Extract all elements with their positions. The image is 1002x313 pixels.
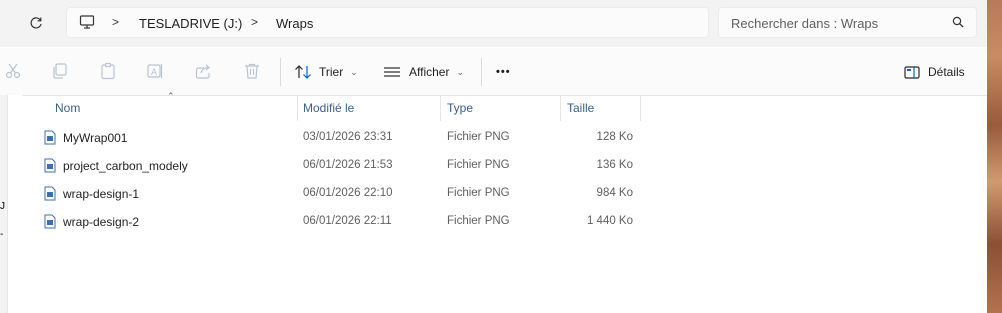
column-divider[interactable] — [560, 95, 561, 121]
share-icon[interactable] — [194, 62, 212, 80]
toolbar-divider — [481, 58, 482, 86]
command-bar: A Trier ⌄ Afficher ⌄ ••• Détails — [0, 48, 987, 96]
file-explorer-window: > TESLADRIVE (J:) > Wraps Rechercher dan… — [0, 0, 987, 313]
file-size: 136 Ko — [596, 159, 633, 171]
file-type: Fichier PNG — [447, 159, 510, 171]
breadcrumb-separator[interactable]: > — [251, 15, 258, 29]
delete-icon[interactable] — [243, 62, 261, 80]
more-options-button[interactable]: ••• — [496, 60, 511, 84]
paste-icon[interactable] — [99, 62, 117, 80]
file-modified: 06/01/2026 22:11 — [303, 215, 392, 227]
view-icon — [384, 67, 400, 77]
sort-button[interactable]: Trier ⌄ — [294, 60, 358, 84]
file-row[interactable]: wrap-design-1 06/01/2026 22:10 Fichier P… — [37, 180, 641, 208]
cut-icon[interactable] — [4, 62, 22, 80]
refresh-button[interactable] — [25, 12, 47, 34]
file-modified: 03/01/2026 23:31 — [303, 131, 393, 143]
file-modified: 06/01/2026 21:53 — [303, 159, 393, 171]
nav-pane-fragment: - — [0, 229, 4, 240]
file-size: 984 Ko — [596, 187, 633, 199]
png-file-icon — [44, 214, 56, 232]
search-icon[interactable] — [952, 16, 964, 31]
breadcrumb-separator[interactable]: > — [112, 15, 119, 29]
file-size: 128 Ko — [596, 131, 633, 143]
column-divider[interactable] — [640, 95, 641, 121]
breadcrumb-folder[interactable]: Wraps — [276, 16, 313, 31]
breadcrumb-drive[interactable]: TESLADRIVE (J:) — [139, 16, 242, 31]
file-type: Fichier PNG — [447, 215, 510, 227]
details-pane-button[interactable]: Détails — [904, 60, 965, 84]
view-label: Afficher — [409, 65, 450, 79]
details-label: Détails — [928, 65, 965, 79]
search-input[interactable] — [731, 14, 941, 32]
chevron-down-icon: ⌄ — [350, 66, 358, 77]
column-header-size[interactable]: Taille — [567, 95, 594, 121]
file-type: Fichier PNG — [447, 187, 510, 199]
sort-caret-icon: ⌃ — [167, 91, 175, 101]
column-header-type[interactable]: Type — [447, 95, 473, 121]
png-file-icon — [44, 130, 56, 148]
file-size: 1 440 Ko — [586, 215, 633, 227]
file-type: Fichier PNG — [447, 131, 510, 143]
column-divider[interactable] — [297, 95, 298, 121]
file-name: MyWrap001 — [63, 131, 128, 145]
file-name: wrap-design-2 — [63, 215, 140, 229]
column-header-modified[interactable]: Modifié le — [303, 95, 354, 121]
view-button[interactable]: Afficher ⌄ — [383, 60, 464, 84]
toolbar-divider — [280, 58, 281, 86]
this-pc-icon[interactable] — [79, 14, 95, 33]
more-icon: ••• — [496, 66, 511, 78]
refresh-icon — [30, 17, 42, 29]
file-name: wrap-design-1 — [63, 187, 140, 201]
file-row[interactable]: MyWrap001 03/01/2026 23:31 Fichier PNG 1… — [37, 124, 641, 152]
file-row[interactable]: wrap-design-2 06/01/2026 22:11 Fichier P… — [37, 208, 641, 236]
column-header-name[interactable]: Nom — [55, 95, 80, 121]
file-row[interactable]: project_carbon_modely 06/01/2026 21:53 F… — [37, 152, 641, 180]
nav-pane-fragment: J — [0, 201, 5, 212]
sort-label: Trier — [319, 65, 344, 79]
address-bar-row: > TESLADRIVE (J:) > Wraps — [0, 0, 987, 47]
copy-icon[interactable] — [51, 62, 69, 80]
svg-text:A: A — [151, 67, 157, 77]
search-box[interactable] — [718, 7, 977, 38]
desktop-wallpaper — [987, 0, 1002, 313]
chevron-down-icon: ⌄ — [456, 66, 465, 77]
details-pane-icon — [904, 65, 920, 79]
file-modified: 06/01/2026 22:10 — [303, 187, 393, 199]
rename-icon[interactable]: A — [146, 62, 164, 80]
column-divider[interactable] — [440, 95, 441, 121]
address-bar[interactable]: > TESLADRIVE (J:) > Wraps — [66, 7, 709, 38]
png-file-icon — [44, 158, 56, 176]
sort-icon — [295, 65, 311, 79]
png-file-icon — [44, 186, 56, 204]
file-list: ⌃ Nom Modifié le Type Taille MyWrap001 0… — [21, 91, 987, 313]
navigation-pane[interactable]: J - — [0, 95, 7, 313]
file-name: project_carbon_modely — [63, 159, 188, 173]
navigation-pane-border — [7, 95, 22, 313]
